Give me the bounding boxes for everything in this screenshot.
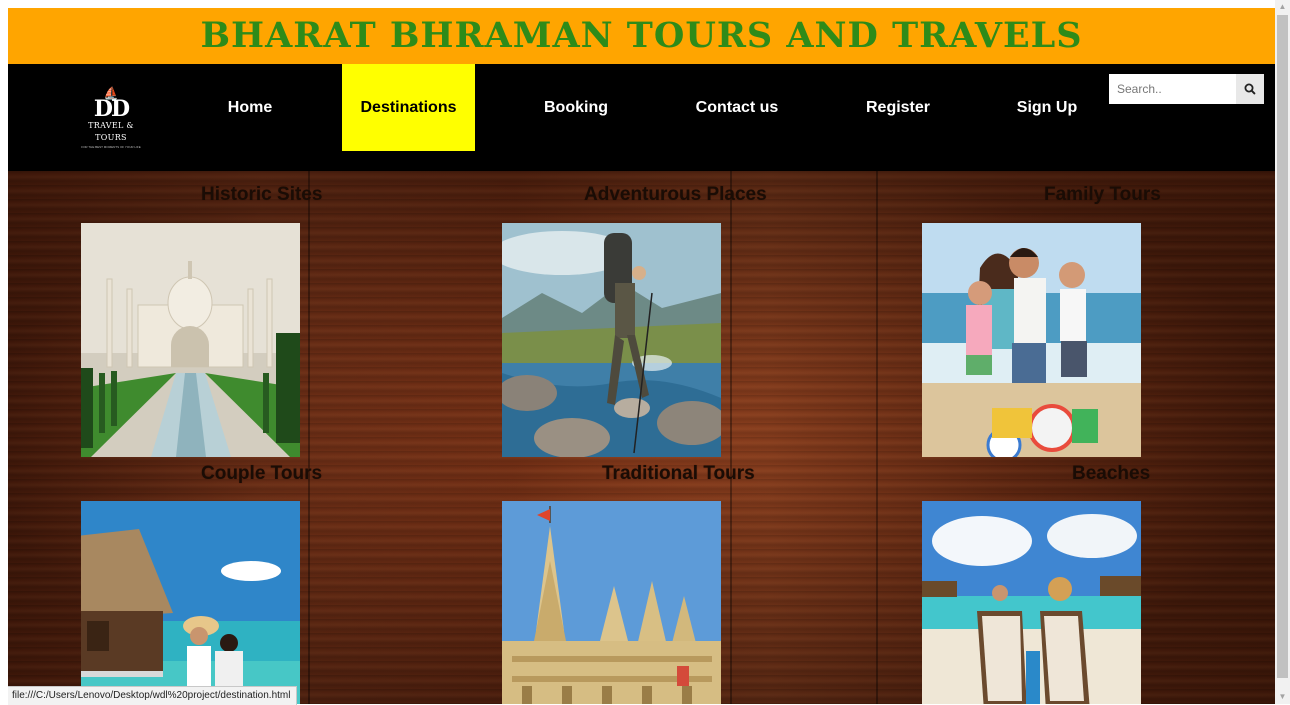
nav-destinations[interactable]: Destinations <box>342 64 475 151</box>
logo-tagline: TRAVEL & TOURS <box>88 121 134 142</box>
status-bar-url: file:///C:/Users/Lenovo/Desktop/wdl%20pr… <box>8 686 298 705</box>
navbar: ⛵ DD TRAVEL & TOURS FOR THE BEST MOMENTS… <box>8 64 1275 171</box>
search-icon <box>1244 83 1256 95</box>
traditional-tours-image[interactable] <box>502 501 721 704</box>
heading-adventurous-places: Adventurous Places <box>584 184 767 205</box>
nav-register[interactable]: Register <box>843 64 953 151</box>
plank-seam <box>730 171 732 704</box>
search-box <box>1109 74 1264 104</box>
heading-family-tours: Family Tours <box>1044 184 1161 205</box>
heading-traditional-tours: Traditional Tours <box>602 463 755 484</box>
search-button[interactable] <box>1236 74 1264 104</box>
logo[interactable]: ⛵ DD TRAVEL & TOURS FOR THE BEST MOMENTS… <box>76 87 146 152</box>
scroll-down-icon[interactable]: ▼ <box>1275 690 1290 704</box>
scroll-up-icon[interactable]: ▲ <box>1275 0 1290 14</box>
nav-sign-up[interactable]: Sign Up <box>992 64 1102 151</box>
destinations-grid: Historic Sites Adventurous Places Family… <box>8 171 1275 704</box>
historic-sites-image[interactable] <box>81 223 300 457</box>
site-header: BHARAT BHRAMAN TOURS AND TRAVELS <box>8 8 1275 64</box>
family-tours-image[interactable] <box>922 223 1141 457</box>
vertical-scrollbar[interactable]: ▲ ▼ <box>1275 0 1290 704</box>
logo-mark: DD <box>93 96 130 122</box>
nav-home[interactable]: Home <box>195 64 305 151</box>
page: BHARAT BHRAMAN TOURS AND TRAVELS ⛵ DD TR… <box>8 8 1275 704</box>
plank-seam <box>308 171 310 704</box>
site-title: BHARAT BHRAMAN TOURS AND TRAVELS <box>200 15 1083 56</box>
plank-seam <box>876 171 878 704</box>
nav-contact-us[interactable]: Contact us <box>676 64 798 151</box>
heading-beaches: Beaches <box>1072 463 1151 484</box>
logo-subtagline: FOR THE BEST MOMENTS OF YOUR LIFE <box>81 145 141 149</box>
couple-tours-image[interactable] <box>81 501 300 704</box>
scrollbar-thumb[interactable] <box>1277 15 1288 678</box>
beaches-image[interactable] <box>922 501 1141 704</box>
heading-historic-sites: Historic Sites <box>201 184 323 205</box>
nav-booking[interactable]: Booking <box>521 64 631 151</box>
heading-couple-tours: Couple Tours <box>201 463 323 484</box>
search-input[interactable] <box>1109 74 1236 104</box>
adventurous-places-image[interactable] <box>502 223 721 457</box>
